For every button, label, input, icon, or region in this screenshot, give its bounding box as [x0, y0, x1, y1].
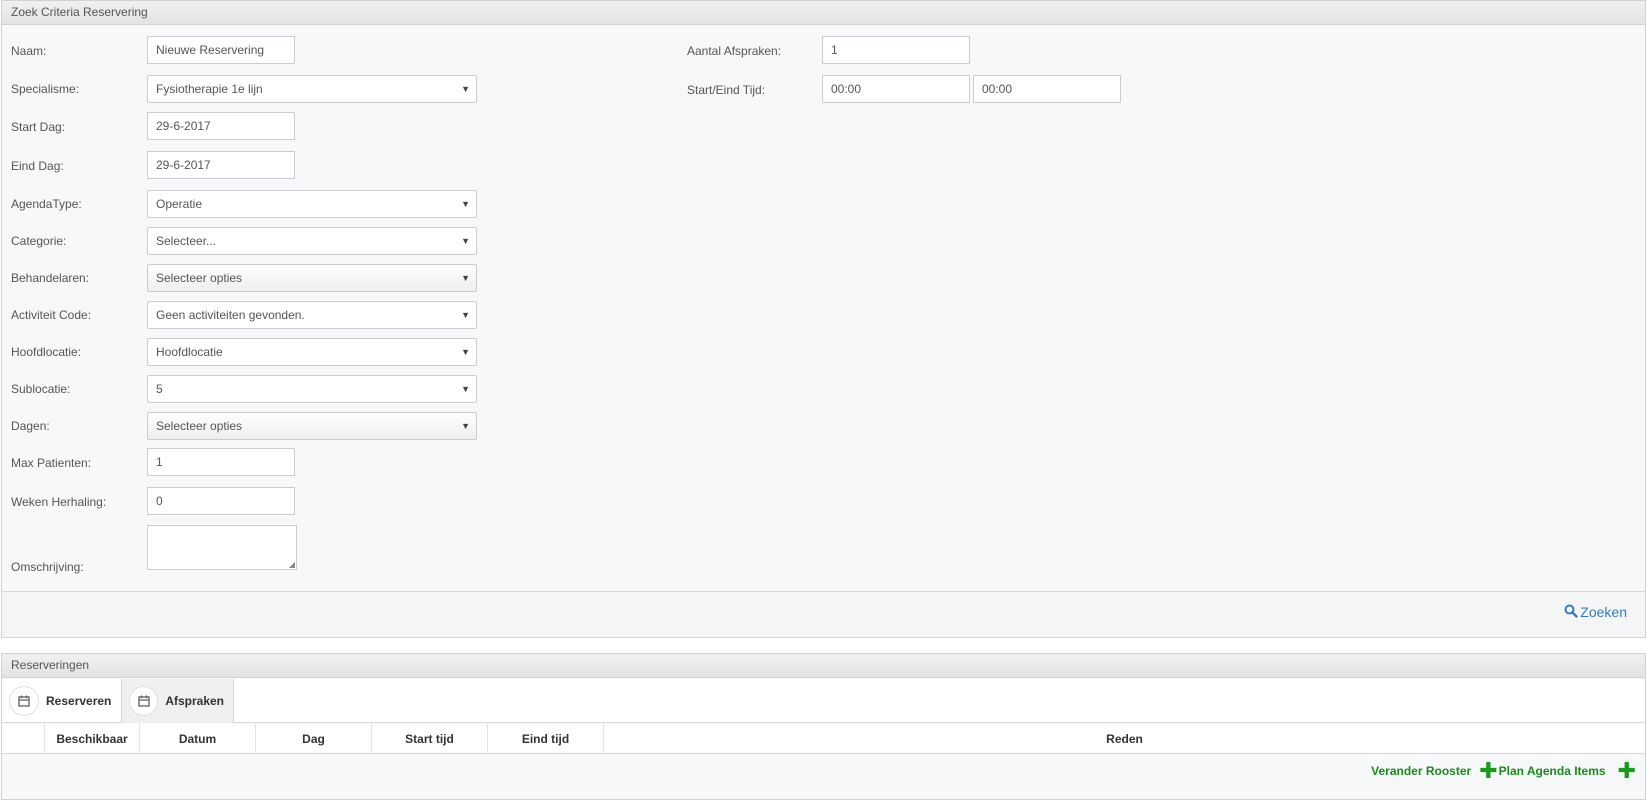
plan-agenda-items-link[interactable]: Plan Agenda Items: [1499, 764, 1606, 778]
table-actions: Verander Rooster ✚ Plan Agenda Items ✚: [1371, 760, 1637, 782]
tab-reserveren[interactable]: Reserveren: [2, 679, 122, 723]
specialisme-select[interactable]: Fysiotherapie 1e lijn ▼: [147, 75, 477, 103]
sublocatie-value: 5: [156, 382, 163, 396]
table-header: Beschikbaar Datum Dag Start tijd Eind ti…: [2, 724, 1645, 754]
behandelaren-multiselect[interactable]: Selecteer opties ▼: [147, 264, 477, 292]
tab-reserveren-label: Reserveren: [46, 694, 112, 708]
results-panel-title: Reserveringen: [2, 654, 1645, 678]
caret-down-icon: ▼: [461, 236, 470, 246]
eind-tijd-input[interactable]: [973, 75, 1121, 103]
caret-down-icon: ▼: [461, 384, 470, 394]
calendar-icon: [129, 686, 159, 716]
column-header-reden[interactable]: Reden: [604, 724, 1645, 754]
activiteit-value: Geen activiteiten gevonden.: [156, 308, 305, 322]
column-header-beschikbaar[interactable]: Beschikbaar: [45, 724, 140, 754]
caret-down-icon: ▼: [461, 199, 470, 209]
column-header-dag[interactable]: Dag: [256, 724, 372, 754]
caret-down-icon: ▼: [461, 347, 470, 357]
start-eind-tijd-label: Start/Eind Tijd:: [687, 83, 766, 97]
tab-afspraken-label: Afspraken: [165, 694, 224, 708]
column-header-datum[interactable]: Datum: [140, 724, 256, 754]
omschrijving-label: Omschrijving:: [11, 560, 84, 574]
categorie-select[interactable]: Selecteer... ▼: [147, 227, 477, 255]
aantal-afspraken-label: Aantal Afspraken:: [687, 44, 782, 58]
search-icon: [1564, 604, 1578, 621]
search-button-label: Zoeken: [1580, 604, 1627, 620]
specialisme-value: Fysiotherapie 1e lijn: [156, 82, 263, 96]
search-criteria-panel: Zoek Criteria Reservering Naam: Speciali…: [1, 0, 1646, 638]
hoofdlocatie-label: Hoofdlocatie:: [11, 345, 82, 359]
tab-afspraken[interactable]: Afspraken: [122, 679, 234, 723]
eind-dag-label: Eind Dag:: [11, 159, 64, 173]
max-patienten-label: Max Patienten:: [11, 456, 92, 470]
caret-down-icon: ▼: [461, 84, 470, 94]
caret-down-icon: ▼: [461, 310, 470, 320]
hoofdlocatie-select[interactable]: Hoofdlocatie ▼: [147, 338, 477, 366]
eind-dag-input[interactable]: [147, 151, 295, 179]
omschrijving-textarea[interactable]: ◢: [147, 525, 297, 570]
agendatype-label: AgendaType:: [11, 197, 82, 211]
weken-herhaling-input[interactable]: [147, 487, 295, 515]
start-tijd-input[interactable]: [822, 75, 970, 103]
caret-down-icon: ▼: [461, 273, 470, 283]
agendatype-value: Operatie: [156, 197, 203, 211]
verander-rooster-link[interactable]: Verander Rooster: [1371, 764, 1471, 778]
hoofdlocatie-value: Hoofdlocatie: [156, 345, 223, 359]
max-patienten-input[interactable]: [147, 448, 295, 476]
sublocatie-label: Sublocatie:: [11, 382, 71, 396]
caret-down-icon: ▼: [461, 421, 470, 431]
agendatype-select[interactable]: Operatie ▼: [147, 190, 477, 218]
search-button[interactable]: Zoeken: [1564, 604, 1627, 621]
start-dag-label: Start Dag:: [11, 120, 66, 134]
activiteit-label: Activiteit Code:: [11, 308, 92, 322]
specialisme-label: Specialisme:: [11, 82, 80, 96]
behandelaren-label: Behandelaren:: [11, 271, 90, 285]
start-dag-input[interactable]: [147, 112, 295, 140]
add-icon[interactable]: ✚: [1618, 760, 1636, 782]
categorie-value: Selecteer...: [156, 234, 217, 248]
categorie-label: Categorie:: [11, 234, 67, 248]
dagen-multiselect[interactable]: Selecteer opties ▼: [147, 412, 477, 440]
behandelaren-value: Selecteer opties: [156, 271, 243, 285]
calendar-icon: [9, 686, 39, 716]
naam-input[interactable]: [147, 36, 295, 64]
reserveringen-panel: Reserveringen Reserveren Afspraken Besch…: [1, 653, 1646, 800]
criteria-panel-title: Zoek Criteria Reservering: [2, 1, 1645, 25]
activiteit-select[interactable]: Geen activiteiten gevonden. ▼: [147, 301, 477, 329]
naam-label: Naam:: [11, 44, 47, 58]
plus-icon[interactable]: ✚: [1479, 760, 1497, 782]
resize-grip-icon[interactable]: ◢: [289, 560, 295, 569]
dagen-label: Dagen:: [11, 419, 50, 433]
results-tabs: Reserveren Afspraken: [2, 679, 1645, 723]
weken-herhaling-label: Weken Herhaling:: [11, 495, 107, 509]
criteria-footer: Zoeken: [2, 591, 1645, 637]
dagen-value: Selecteer opties: [156, 419, 243, 433]
aantal-afspraken-input[interactable]: [822, 36, 970, 64]
select-column-header: [2, 724, 45, 754]
column-header-eind-tijd[interactable]: Eind tijd: [488, 724, 604, 754]
sublocatie-select[interactable]: 5 ▼: [147, 375, 477, 403]
column-header-start-tijd[interactable]: Start tijd: [372, 724, 488, 754]
